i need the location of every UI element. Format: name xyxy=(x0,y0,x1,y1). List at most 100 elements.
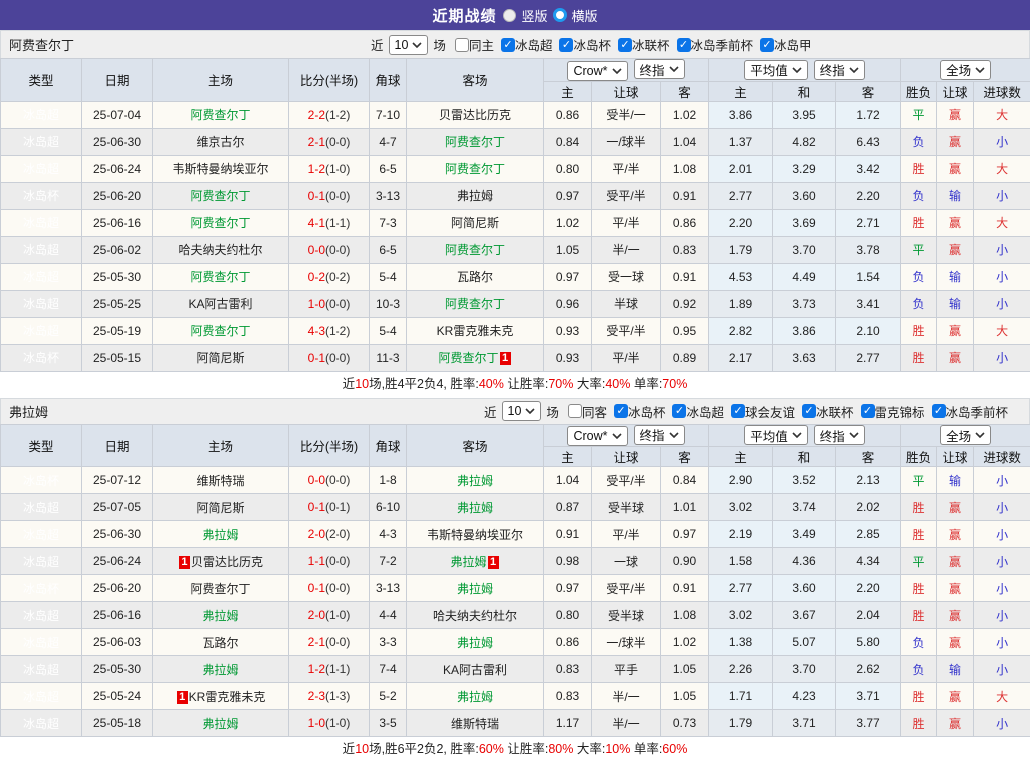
fulltime-score-link[interactable]: 0-2 xyxy=(308,270,325,284)
recent-count-select[interactable]: 10 xyxy=(389,35,429,55)
team-link[interactable]: 弗拉姆 xyxy=(457,501,493,515)
team-link[interactable]: 阿简尼斯 xyxy=(451,216,499,230)
result-handicap-cell: 赢 xyxy=(937,521,974,548)
fulltime-score-link[interactable]: 1-1 xyxy=(308,554,325,568)
team-link[interactable]: 阿费查尔丁 xyxy=(190,216,250,230)
team-link[interactable]: 哈夫纳夫约杜尔 xyxy=(178,243,262,257)
checkbox-checked-icon[interactable]: ✓ xyxy=(618,38,632,52)
team-link[interactable]: 弗拉姆 xyxy=(202,717,238,731)
team-link[interactable]: 维斯特瑞 xyxy=(196,474,244,488)
checkbox-checked-icon[interactable]: ✓ xyxy=(760,38,774,52)
fulltime-score-link[interactable]: 0-0 xyxy=(308,473,325,487)
team-link[interactable]: 阿费查尔丁 xyxy=(445,135,505,149)
team-link[interactable]: 弗拉姆 xyxy=(457,189,493,203)
team-link[interactable]: 弗拉姆 xyxy=(457,582,493,596)
odds-home-cell: 1.04 xyxy=(544,467,592,494)
average-select[interactable]: 平均值 xyxy=(744,425,808,445)
checkbox-checked-icon[interactable]: ✓ xyxy=(932,404,946,418)
fulltime-score-link[interactable]: 2-0 xyxy=(308,608,325,622)
col-type: 类型 xyxy=(1,424,82,467)
team-link[interactable]: 弗拉姆 xyxy=(450,555,486,569)
recent-count-select[interactable]: 10 xyxy=(502,401,542,421)
scope-select[interactable]: 全场 xyxy=(940,425,991,445)
bookmaker-final-select[interactable]: 终指 xyxy=(634,425,685,445)
fulltime-score-link[interactable]: 2-1 xyxy=(308,635,325,649)
fulltime-score-link[interactable]: 0-1 xyxy=(308,500,325,514)
checkbox-checked-icon[interactable]: ✓ xyxy=(677,38,691,52)
team-link[interactable]: 哈夫纳夫约杜尔 xyxy=(433,609,517,623)
team-link[interactable]: 弗拉姆 xyxy=(202,528,238,542)
team-link[interactable]: 韦斯特曼纳埃亚尔 xyxy=(427,528,523,542)
bookmaker-select[interactable]: Crow* xyxy=(567,61,627,81)
team-link[interactable]: 阿费查尔丁 xyxy=(190,270,250,284)
team-link[interactable]: 阿费查尔丁 xyxy=(190,582,250,596)
team-link[interactable]: 阿费查尔丁 xyxy=(445,243,505,257)
fulltime-score-link[interactable]: 2-0 xyxy=(308,527,325,541)
team-link[interactable]: 瓦路尔 xyxy=(202,636,238,650)
team-link[interactable]: KA阿古雷利 xyxy=(443,663,507,677)
team-link[interactable]: 阿简尼斯 xyxy=(196,351,244,365)
select-value: 10 xyxy=(508,404,522,418)
team-link[interactable]: 阿费查尔丁 xyxy=(445,297,505,311)
odds-home-cell: 0.96 xyxy=(544,290,592,317)
league-cell: 冰岛超 xyxy=(1,494,82,521)
team-link[interactable]: KR雷克雅未克 xyxy=(189,690,266,704)
team-link[interactable]: 韦斯特曼纳埃亚尔 xyxy=(172,162,268,176)
fulltime-score-link[interactable]: 0-1 xyxy=(308,581,325,595)
horizontal-layout-radio[interactable] xyxy=(553,8,567,22)
checkbox-checked-icon[interactable]: ✓ xyxy=(672,404,686,418)
checkbox-checked-icon[interactable]: ✓ xyxy=(501,38,515,52)
team-link[interactable]: 阿费查尔丁 xyxy=(190,189,250,203)
average-final-select[interactable]: 终指 xyxy=(814,60,865,80)
odds-home-cell: 0.80 xyxy=(544,155,592,182)
halftime-score: (0-0) xyxy=(325,243,350,257)
team-link[interactable]: 弗拉姆 xyxy=(457,636,493,650)
fulltime-score-link[interactable]: 0-1 xyxy=(308,189,325,203)
team-link[interactable]: KR雷克雅未克 xyxy=(437,324,514,338)
fulltime-score-link[interactable]: 1-0 xyxy=(308,297,325,311)
fulltime-score-link[interactable]: 0-0 xyxy=(308,243,325,257)
team-link[interactable]: 弗拉姆 xyxy=(457,690,493,704)
team-link[interactable]: 维斯特瑞 xyxy=(451,717,499,731)
team-link[interactable]: 弗拉姆 xyxy=(457,474,493,488)
team-link[interactable]: 瓦路尔 xyxy=(457,270,493,284)
team-link[interactable]: 阿费查尔丁 xyxy=(438,351,498,365)
fulltime-score-link[interactable]: 4-3 xyxy=(308,324,325,338)
handicap-cell: 受半/一 xyxy=(592,101,661,128)
team-link[interactable]: KA阿古雷利 xyxy=(188,297,252,311)
team-link[interactable]: 阿费查尔丁 xyxy=(190,324,250,338)
fulltime-score-link[interactable]: 2-2 xyxy=(308,108,325,122)
checkbox-checked-icon[interactable]: ✓ xyxy=(614,404,628,418)
fulltime-score-link[interactable]: 0-1 xyxy=(308,351,325,365)
fulltime-score-link[interactable]: 1-2 xyxy=(308,662,325,676)
team-link[interactable]: 阿费查尔丁 xyxy=(445,162,505,176)
team-link[interactable]: 弗拉姆 xyxy=(202,663,238,677)
match-row: 冰岛超25-06-30弗拉姆2-0(2-0)4-3韦斯特曼纳埃亚尔0.91平/半… xyxy=(1,521,1030,548)
team-link[interactable]: 弗拉姆 xyxy=(202,609,238,623)
checkbox-checked-icon[interactable]: ✓ xyxy=(861,404,875,418)
handicap-cell: 平/半 xyxy=(592,344,661,371)
checkbox-unchecked-icon[interactable] xyxy=(455,38,469,52)
fulltime-score-link[interactable]: 4-1 xyxy=(308,216,325,230)
result-outcome-cell: 平 xyxy=(901,236,937,263)
bookmaker-select[interactable]: Crow* xyxy=(567,426,627,446)
checkbox-checked-icon[interactable]: ✓ xyxy=(731,404,745,418)
average-final-select[interactable]: 终指 xyxy=(814,425,865,445)
team-link[interactable]: 贝雷达比历克 xyxy=(191,555,263,569)
team-link[interactable]: 阿简尼斯 xyxy=(196,501,244,515)
scope-select[interactable]: 全场 xyxy=(940,60,991,80)
filter-label-6: 冰岛季前杯 xyxy=(946,402,1009,421)
checkbox-checked-icon[interactable]: ✓ xyxy=(559,38,573,52)
checkbox-unchecked-icon[interactable] xyxy=(568,404,582,418)
average-select[interactable]: 平均值 xyxy=(744,60,808,80)
vertical-layout-radio[interactable] xyxy=(503,9,516,22)
team-link[interactable]: 阿费查尔丁 xyxy=(190,108,250,122)
fulltime-score-link[interactable]: 2-1 xyxy=(308,135,325,149)
checkbox-checked-icon[interactable]: ✓ xyxy=(802,404,816,418)
fulltime-score-link[interactable]: 2-3 xyxy=(308,689,325,703)
bookmaker-final-select[interactable]: 终指 xyxy=(634,59,685,79)
fulltime-score-link[interactable]: 1-0 xyxy=(308,716,325,730)
team-link[interactable]: 维京古尔 xyxy=(196,135,244,149)
fulltime-score-link[interactable]: 1-2 xyxy=(308,162,325,176)
team-link[interactable]: 贝雷达比历克 xyxy=(439,108,511,122)
